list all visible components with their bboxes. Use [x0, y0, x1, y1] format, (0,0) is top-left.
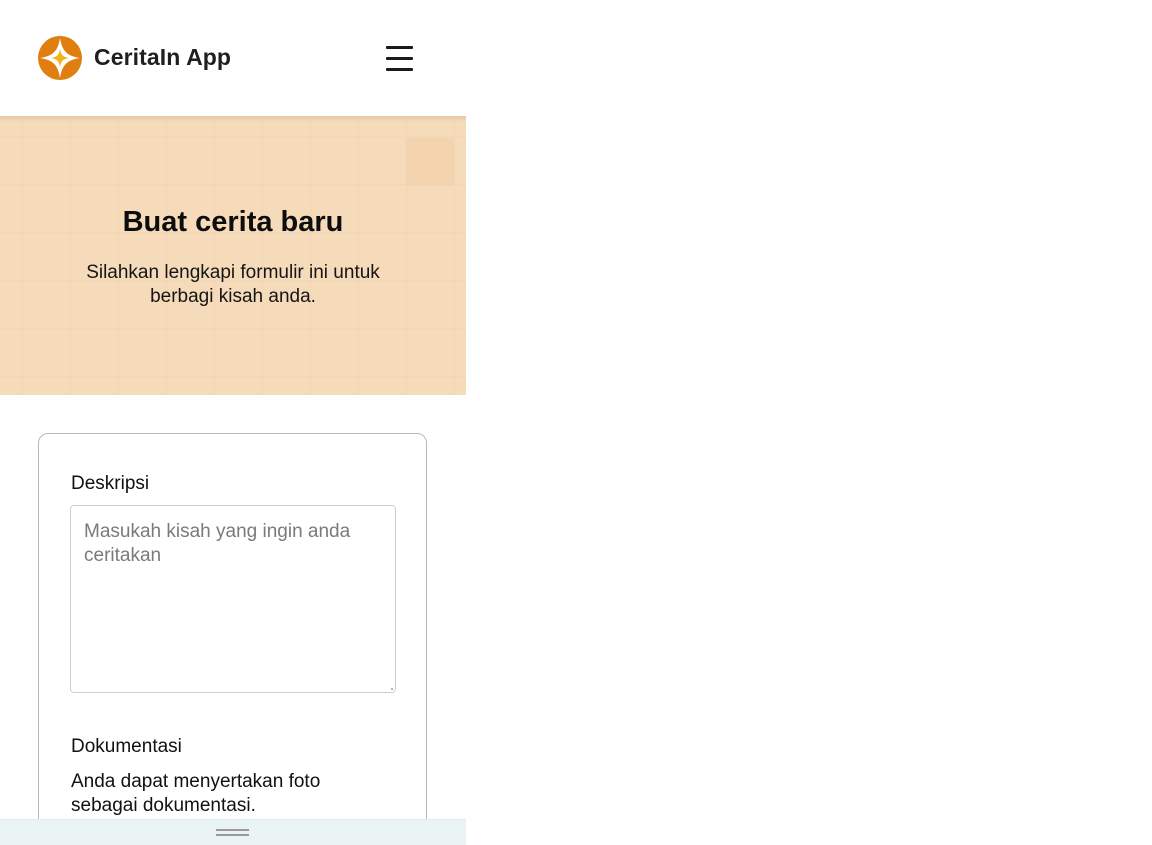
header-shadow: [0, 116, 466, 122]
page-title: Buat cerita baru: [122, 206, 344, 238]
hero-background-tile: [406, 138, 454, 186]
compass-star-icon[interactable]: [38, 36, 82, 80]
documentation-help-text: Anda dapat menyertakan foto sebagai doku…: [71, 771, 321, 816]
drag-handle-icon[interactable]: [216, 829, 249, 836]
new-story-form: Deskripsi Dokumentasi Anda dapat menyert…: [38, 433, 427, 845]
hero-background-pattern: [0, 116, 466, 395]
mobile-viewport: CeritaIn App Buat cerita baru Silahkan l…: [0, 0, 466, 845]
bottom-drawer[interactable]: [0, 819, 466, 845]
hamburger-menu-icon[interactable]: [384, 44, 414, 74]
hero-banner: Buat cerita baru Silahkan lengkapi formu…: [0, 116, 466, 395]
app-name[interactable]: CeritaIn App: [94, 44, 231, 71]
page-subtitle: Silahkan lengkapi formulir ini untuk ber…: [86, 262, 380, 307]
app-header: CeritaIn App: [0, 0, 466, 116]
documentation-label: Dokumentasi: [71, 736, 182, 757]
resize-grip-icon[interactable]: [388, 685, 394, 691]
description-textarea[interactable]: [70, 505, 396, 693]
description-label: Deskripsi: [71, 473, 150, 494]
